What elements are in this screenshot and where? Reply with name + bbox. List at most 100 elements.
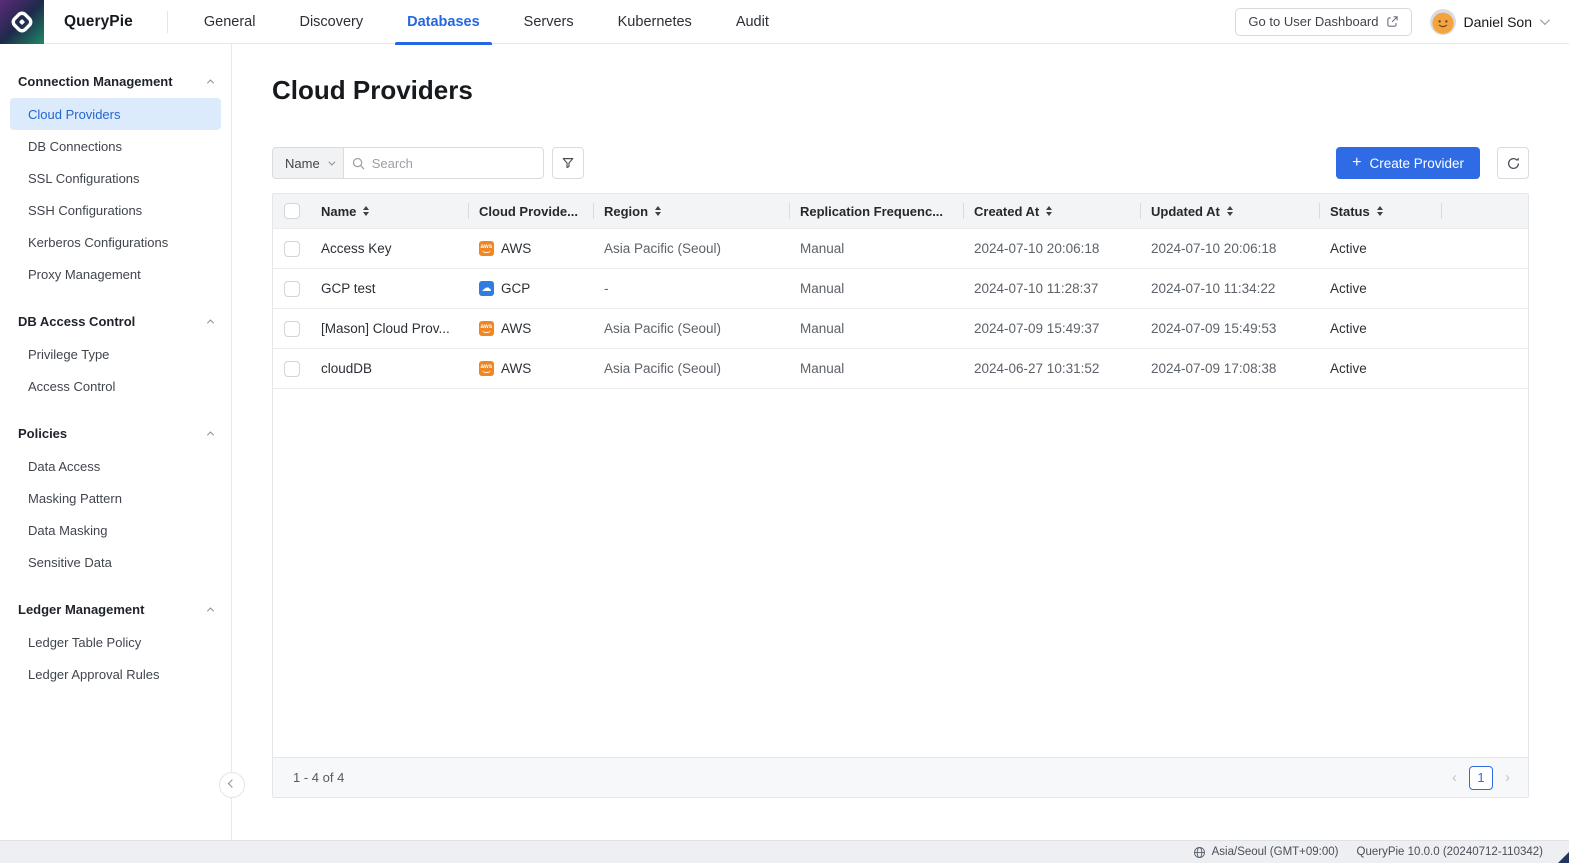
toolbar: Name + Create Provider bbox=[272, 147, 1529, 179]
row-checkbox-cell bbox=[273, 309, 311, 348]
sidebar-item-masking-pattern[interactable]: Masking Pattern bbox=[10, 482, 221, 514]
column-label: Status bbox=[1330, 204, 1370, 219]
create-provider-button[interactable]: + Create Provider bbox=[1336, 147, 1480, 179]
sidebar-item-ledger-table-policy[interactable]: Ledger Table Policy bbox=[10, 626, 221, 658]
refresh-icon bbox=[1506, 156, 1521, 171]
sort-icon bbox=[1046, 206, 1052, 216]
column-header-replication-frequency[interactable]: Replication Frequenc... bbox=[790, 194, 964, 228]
sidebar-section-header-connection-management[interactable]: Connection Management bbox=[0, 64, 231, 98]
chevron-up-icon bbox=[207, 607, 214, 614]
aws-icon bbox=[479, 321, 494, 336]
column-header-created-at[interactable]: Created At bbox=[964, 194, 1141, 228]
table-row[interactable]: [Mason] Cloud Prov... AWS Asia Pacific (… bbox=[273, 308, 1528, 348]
cell-status: Active bbox=[1320, 241, 1442, 256]
resize-corner bbox=[1558, 852, 1569, 863]
search-input[interactable] bbox=[372, 156, 535, 171]
cell-replication-frequency: Manual bbox=[790, 321, 964, 336]
provider-label: AWS bbox=[501, 321, 531, 336]
chevron-up-icon bbox=[207, 79, 214, 86]
cell-cloud-provider: AWS bbox=[469, 321, 594, 336]
table-row[interactable]: cloudDB AWS Asia Pacific (Seoul) Manual … bbox=[273, 348, 1528, 388]
section-title: Connection Management bbox=[18, 74, 173, 89]
column-label: Created At bbox=[974, 204, 1039, 219]
sidebar-item-sensitive-data[interactable]: Sensitive Data bbox=[10, 546, 221, 578]
chevron-up-icon bbox=[207, 431, 214, 438]
row-checkbox[interactable] bbox=[284, 361, 300, 377]
sort-icon bbox=[1227, 206, 1233, 216]
cell-name: [Mason] Cloud Prov... bbox=[311, 321, 469, 336]
column-header-cloud-provider[interactable]: Cloud Provide... bbox=[469, 194, 594, 228]
column-label: Region bbox=[604, 204, 648, 219]
cell-region: Asia Pacific (Seoul) bbox=[594, 241, 790, 256]
pagination-next-icon[interactable]: › bbox=[1503, 770, 1512, 785]
sidebar-item-ssh-configurations[interactable]: SSH Configurations bbox=[10, 194, 221, 226]
cloud-providers-table: Name Cloud Provide... Region Replication… bbox=[272, 193, 1529, 798]
search-field-selector[interactable]: Name bbox=[272, 147, 344, 179]
tab-kubernetes[interactable]: Kubernetes bbox=[596, 0, 714, 44]
tab-audit[interactable]: Audit bbox=[714, 0, 791, 44]
column-label: Replication Frequenc... bbox=[800, 204, 943, 219]
section-title: DB Access Control bbox=[18, 314, 135, 329]
cell-replication-frequency: Manual bbox=[790, 361, 964, 376]
column-header-name[interactable]: Name bbox=[311, 194, 469, 228]
sidebar-item-data-masking[interactable]: Data Masking bbox=[10, 514, 221, 546]
cell-created-at: 2024-07-09 15:49:37 bbox=[964, 321, 1141, 336]
nav-divider bbox=[167, 11, 168, 33]
column-header-status[interactable]: Status bbox=[1320, 194, 1442, 228]
top-bar: QueryPie General Discovery Databases Ser… bbox=[0, 0, 1569, 44]
column-header-region[interactable]: Region bbox=[594, 194, 790, 228]
sidebar-section-header-ledger-management[interactable]: Ledger Management bbox=[0, 592, 231, 626]
section-title: Ledger Management bbox=[18, 602, 144, 617]
cell-created-at: 2024-07-10 20:06:18 bbox=[964, 241, 1141, 256]
cell-status: Active bbox=[1320, 361, 1442, 376]
cell-name: cloudDB bbox=[311, 361, 469, 376]
gcp-icon bbox=[479, 281, 494, 296]
sidebar-item-data-access[interactable]: Data Access bbox=[10, 450, 221, 482]
sidebar-item-ssl-configurations[interactable]: SSL Configurations bbox=[10, 162, 221, 194]
tab-servers[interactable]: Servers bbox=[502, 0, 596, 44]
search-box bbox=[344, 147, 544, 179]
pagination-prev-icon[interactable]: ‹ bbox=[1450, 770, 1459, 785]
user-menu[interactable]: Daniel Son bbox=[1430, 9, 1548, 35]
chevron-down-icon bbox=[328, 158, 335, 165]
brand-name: QueryPie bbox=[64, 13, 133, 31]
table-row[interactable]: GCP test GCP - Manual 2024-07-10 11:28:3… bbox=[273, 268, 1528, 308]
tab-general[interactable]: General bbox=[182, 0, 278, 44]
sidebar-section-header-policies[interactable]: Policies bbox=[0, 416, 231, 450]
sidebar-item-proxy-management[interactable]: Proxy Management bbox=[10, 258, 221, 290]
sidebar-collapse-button[interactable] bbox=[219, 772, 245, 798]
provider-label: GCP bbox=[501, 281, 530, 296]
row-checkbox[interactable] bbox=[284, 321, 300, 337]
sort-icon bbox=[655, 206, 661, 216]
sidebar-item-db-connections[interactable]: DB Connections bbox=[10, 130, 221, 162]
sidebar-item-access-control[interactable]: Access Control bbox=[10, 370, 221, 402]
pagination-page-1[interactable]: 1 bbox=[1469, 766, 1493, 790]
row-checkbox[interactable] bbox=[284, 241, 300, 257]
external-link-icon bbox=[1386, 15, 1399, 28]
sidebar-item-ledger-approval-rules[interactable]: Ledger Approval Rules bbox=[10, 658, 221, 690]
sidebar-section-header-db-access-control[interactable]: DB Access Control bbox=[0, 304, 231, 338]
row-checkbox[interactable] bbox=[284, 281, 300, 297]
go-to-user-dashboard-button[interactable]: Go to User Dashboard bbox=[1235, 8, 1411, 36]
querypie-logo-icon[interactable] bbox=[0, 0, 44, 44]
sidebar: Connection Management Cloud Providers DB… bbox=[0, 44, 232, 840]
chevron-up-icon bbox=[207, 319, 214, 326]
tab-discovery[interactable]: Discovery bbox=[277, 0, 385, 44]
cell-name: GCP test bbox=[311, 281, 469, 296]
refresh-button[interactable] bbox=[1497, 147, 1529, 179]
cell-replication-frequency: Manual bbox=[790, 281, 964, 296]
sidebar-item-privilege-type[interactable]: Privilege Type bbox=[10, 338, 221, 370]
select-all-checkbox[interactable] bbox=[284, 203, 300, 219]
sidebar-item-cloud-providers[interactable]: Cloud Providers bbox=[10, 98, 221, 130]
filter-button[interactable] bbox=[552, 147, 584, 179]
cell-cloud-provider: AWS bbox=[469, 241, 594, 256]
tab-databases[interactable]: Databases bbox=[385, 0, 502, 44]
sidebar-item-kerberos-configurations[interactable]: Kerberos Configurations bbox=[10, 226, 221, 258]
column-header-actions bbox=[1442, 194, 1528, 228]
timezone-label: Asia/Seoul (GMT+09:00) bbox=[1212, 846, 1339, 858]
cell-cloud-provider: GCP bbox=[469, 281, 594, 296]
table-row[interactable]: Access Key AWS Asia Pacific (Seoul) Manu… bbox=[273, 228, 1528, 268]
column-label: Cloud Provide... bbox=[479, 204, 578, 219]
column-header-updated-at[interactable]: Updated At bbox=[1141, 194, 1320, 228]
timezone-indicator: Asia/Seoul (GMT+09:00) bbox=[1193, 846, 1339, 859]
